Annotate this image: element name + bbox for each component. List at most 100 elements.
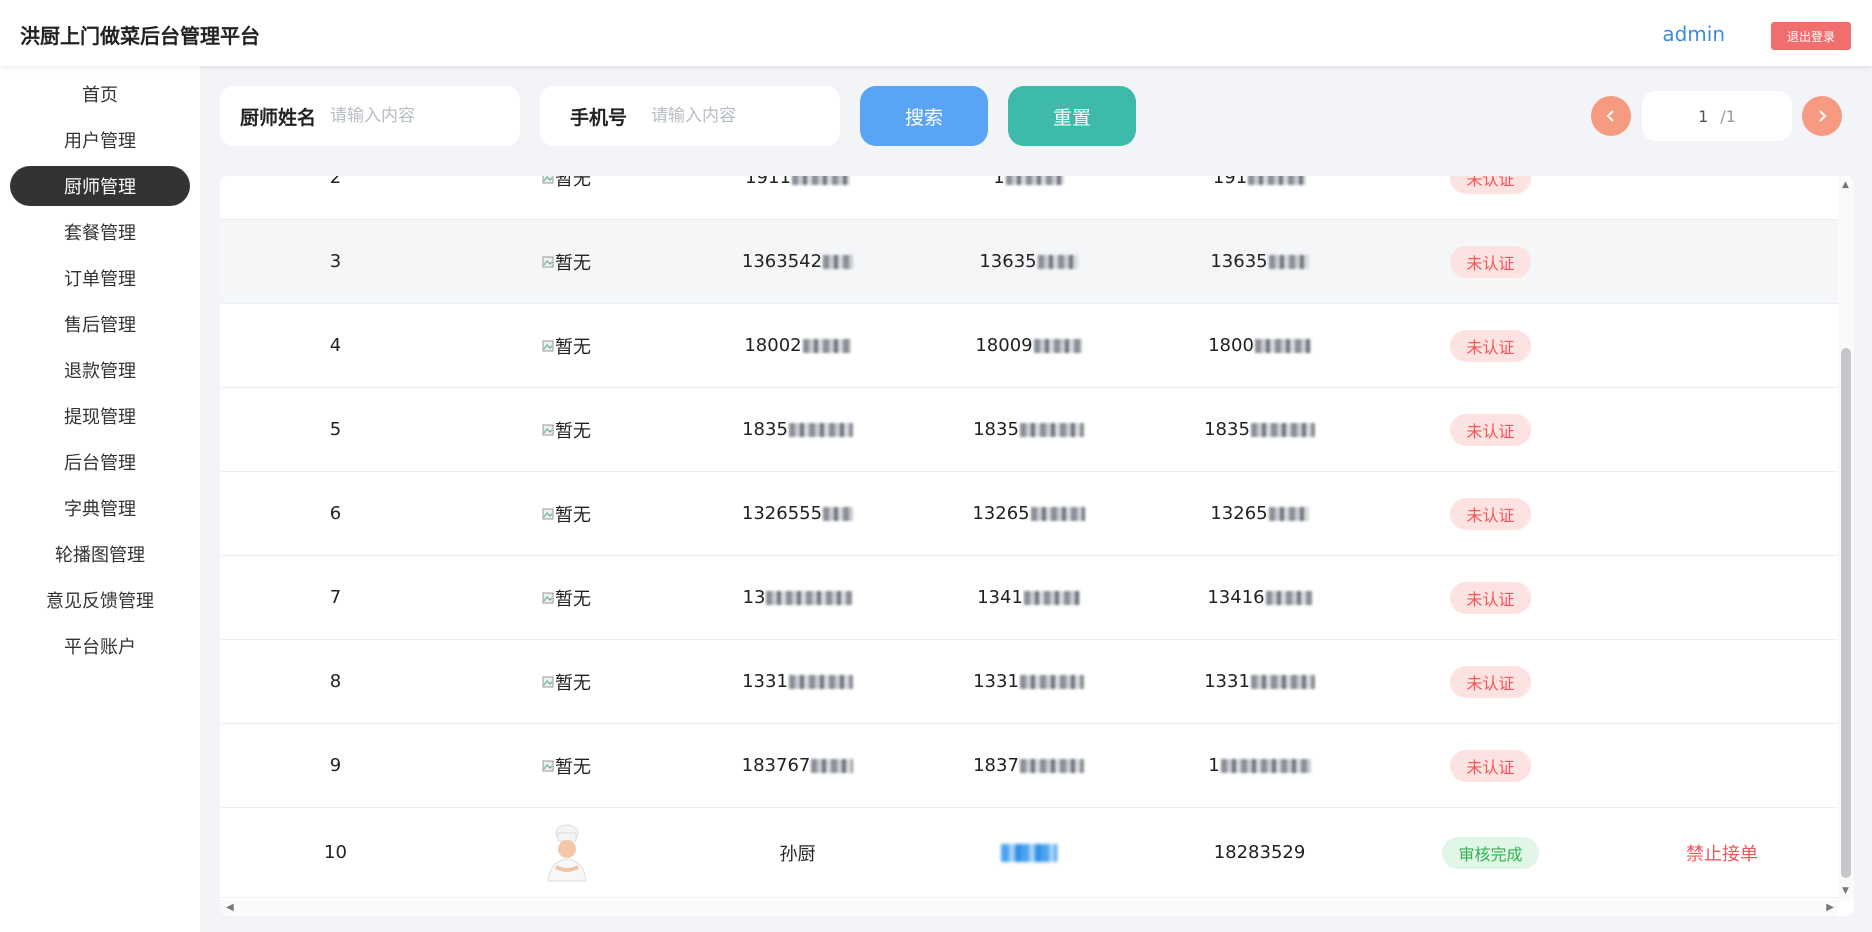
masked-phone: 191 bbox=[1212, 176, 1248, 188]
row-action bbox=[1606, 220, 1838, 303]
phone-label: 手机号 bbox=[570, 106, 628, 129]
masked-phone: 1331 bbox=[973, 671, 1019, 692]
row-action bbox=[1606, 176, 1838, 219]
avatar-placeholder: 暂无 bbox=[542, 333, 591, 359]
sidebar-item-backend[interactable]: 后台管理 bbox=[10, 442, 190, 482]
row-action bbox=[1606, 304, 1838, 387]
blurred-text bbox=[1220, 758, 1311, 773]
sidebar-item-after-sales[interactable]: 售后管理 bbox=[10, 304, 190, 344]
sidebar-item-dictionary[interactable]: 字典管理 bbox=[10, 488, 190, 528]
blurred-text bbox=[1000, 843, 1057, 862]
sidebar-item-users[interactable]: 用户管理 bbox=[10, 120, 190, 160]
blurred-text bbox=[1023, 590, 1080, 605]
sidebar-item-chefs[interactable]: 厨师管理 bbox=[10, 166, 190, 206]
table-row[interactable]: 6 暂无 1326555 13265 13265 未认证 bbox=[220, 472, 1838, 556]
app-title: 洪厨上门做菜后台管理平台 bbox=[20, 24, 260, 48]
sidebar-item-feedback[interactable]: 意见反馈管理 bbox=[10, 580, 190, 620]
masked-phone: 18002 bbox=[744, 335, 802, 356]
scroll-left-icon[interactable]: ◀ bbox=[226, 902, 234, 913]
masked-phone: 1363542 bbox=[741, 251, 823, 272]
table-row[interactable]: 4 暂无 18002 18009 1800 未认证 bbox=[220, 304, 1838, 388]
table-row[interactable]: 7 暂无 13 1341 13416 未认证 bbox=[220, 556, 1838, 640]
sidebar-item-platform-account[interactable]: 平台账户 bbox=[10, 626, 190, 666]
chef-name: 孙厨 bbox=[779, 843, 816, 865]
blurred-text bbox=[788, 422, 853, 437]
blurred-text bbox=[1019, 422, 1084, 437]
row-action bbox=[1606, 724, 1838, 807]
blurred-text bbox=[1037, 254, 1078, 269]
status-badge: 未认证 bbox=[1450, 176, 1531, 194]
avatar-alt-text: 暂无 bbox=[555, 756, 591, 778]
sidebar-item-home[interactable]: 首页 bbox=[10, 74, 190, 114]
masked-phone: 18009 bbox=[975, 335, 1033, 356]
blurred-text bbox=[766, 590, 853, 605]
scroll-right-icon[interactable]: ▶ bbox=[1826, 902, 1834, 913]
broken-image-icon bbox=[542, 760, 554, 771]
table-row[interactable]: 3 暂无 1363542 13635 13635 未认证 bbox=[220, 220, 1838, 304]
table-row[interactable]: 2 暂无 1911 1 191 未认证 bbox=[220, 176, 1838, 220]
scroll-down-icon[interactable]: ▼ bbox=[1842, 886, 1849, 896]
avatar-alt-text: 暂无 bbox=[555, 672, 591, 694]
scrollbar-thumb[interactable] bbox=[1841, 348, 1851, 878]
blurred-text bbox=[823, 506, 854, 521]
broken-image-icon bbox=[542, 176, 554, 183]
row-index: 6 bbox=[329, 503, 342, 524]
blurred-text bbox=[1254, 338, 1311, 353]
prev-page-button[interactable] bbox=[1591, 96, 1631, 136]
current-page[interactable]: 1 bbox=[1698, 107, 1708, 126]
masked-phone: 13635 bbox=[979, 251, 1037, 272]
page-indicator: 1 /1 bbox=[1642, 91, 1792, 141]
scroll-up-icon[interactable]: ▲ bbox=[1842, 180, 1849, 190]
top-bar: 洪厨上门做菜后台管理平台 admin 退出登录 bbox=[0, 0, 1872, 66]
masked-phone: 1341 bbox=[977, 587, 1023, 608]
row-index: 4 bbox=[329, 335, 342, 356]
reset-button[interactable]: 重置 bbox=[1008, 86, 1136, 146]
blurred-text bbox=[791, 176, 850, 185]
status-badge: 未认证 bbox=[1450, 581, 1531, 614]
avatar-alt-text: 暂无 bbox=[555, 420, 591, 442]
disable-orders-link[interactable]: 禁止接单 bbox=[1686, 840, 1758, 866]
table-row[interactable]: 5 暂无 1835 1835 1835 未认证 bbox=[220, 388, 1838, 472]
avatar-alt-text: 暂无 bbox=[555, 176, 591, 190]
masked-phone: 13416 bbox=[1207, 587, 1265, 608]
masked-phone: 1800 bbox=[1208, 335, 1254, 356]
phone-number: 18283529 bbox=[1213, 842, 1306, 863]
masked-phone: 13265 bbox=[1210, 503, 1268, 524]
logout-button[interactable]: 退出登录 bbox=[1771, 22, 1851, 50]
search-button[interactable]: 搜索 bbox=[860, 86, 988, 146]
horizontal-scrollbar[interactable]: ◀ ▶ bbox=[220, 900, 1838, 916]
status-badge: 未认证 bbox=[1450, 413, 1531, 446]
next-page-button[interactable] bbox=[1802, 96, 1842, 136]
row-index: 3 bbox=[329, 251, 342, 272]
vertical-scrollbar[interactable]: ▲ ▼ bbox=[1838, 176, 1854, 900]
avatar-placeholder: 暂无 bbox=[542, 249, 591, 275]
phone-input[interactable] bbox=[651, 106, 822, 126]
status-badge: 未认证 bbox=[1450, 749, 1531, 782]
row-action bbox=[1606, 472, 1838, 555]
masked-phone: 1331 bbox=[742, 671, 788, 692]
admin-username[interactable]: admin bbox=[1662, 22, 1725, 46]
blurred-text bbox=[1265, 590, 1312, 605]
sidebar: 首页 用户管理 厨师管理 套餐管理 订单管理 售后管理 退款管理 提现管理 后台… bbox=[0, 66, 200, 932]
avatar-placeholder: 暂无 bbox=[542, 753, 591, 779]
table-row[interactable]: 9 暂无 183767 1837 1 未认证 bbox=[220, 724, 1838, 808]
table-row[interactable]: 8 暂无 1331 1331 1331 未认证 bbox=[220, 640, 1838, 724]
sidebar-item-withdrawals[interactable]: 提现管理 bbox=[10, 396, 190, 436]
blurred-text bbox=[811, 758, 854, 773]
chevron-left-icon bbox=[1606, 110, 1614, 122]
masked-phone: 13635 bbox=[1210, 251, 1268, 272]
sidebar-item-packages[interactable]: 套餐管理 bbox=[10, 212, 190, 252]
chef-name-input[interactable] bbox=[330, 106, 501, 126]
sidebar-item-carousel[interactable]: 轮播图管理 bbox=[10, 534, 190, 574]
table-row[interactable]: 10 孙厨 18283529 审核完成 禁止接单 bbox=[220, 808, 1838, 898]
sidebar-item-refunds[interactable]: 退款管理 bbox=[10, 350, 190, 390]
sidebar-item-orders[interactable]: 订单管理 bbox=[10, 258, 190, 298]
chef-name-label: 厨师姓名 bbox=[240, 106, 317, 129]
broken-image-icon bbox=[542, 340, 554, 351]
row-index: 9 bbox=[329, 755, 342, 776]
masked-phone: 1326555 bbox=[741, 503, 823, 524]
status-badge: 审核完成 bbox=[1442, 836, 1539, 869]
avatar-alt-text: 暂无 bbox=[555, 252, 591, 274]
row-index: 8 bbox=[329, 671, 342, 692]
status-badge: 未认证 bbox=[1450, 497, 1531, 530]
